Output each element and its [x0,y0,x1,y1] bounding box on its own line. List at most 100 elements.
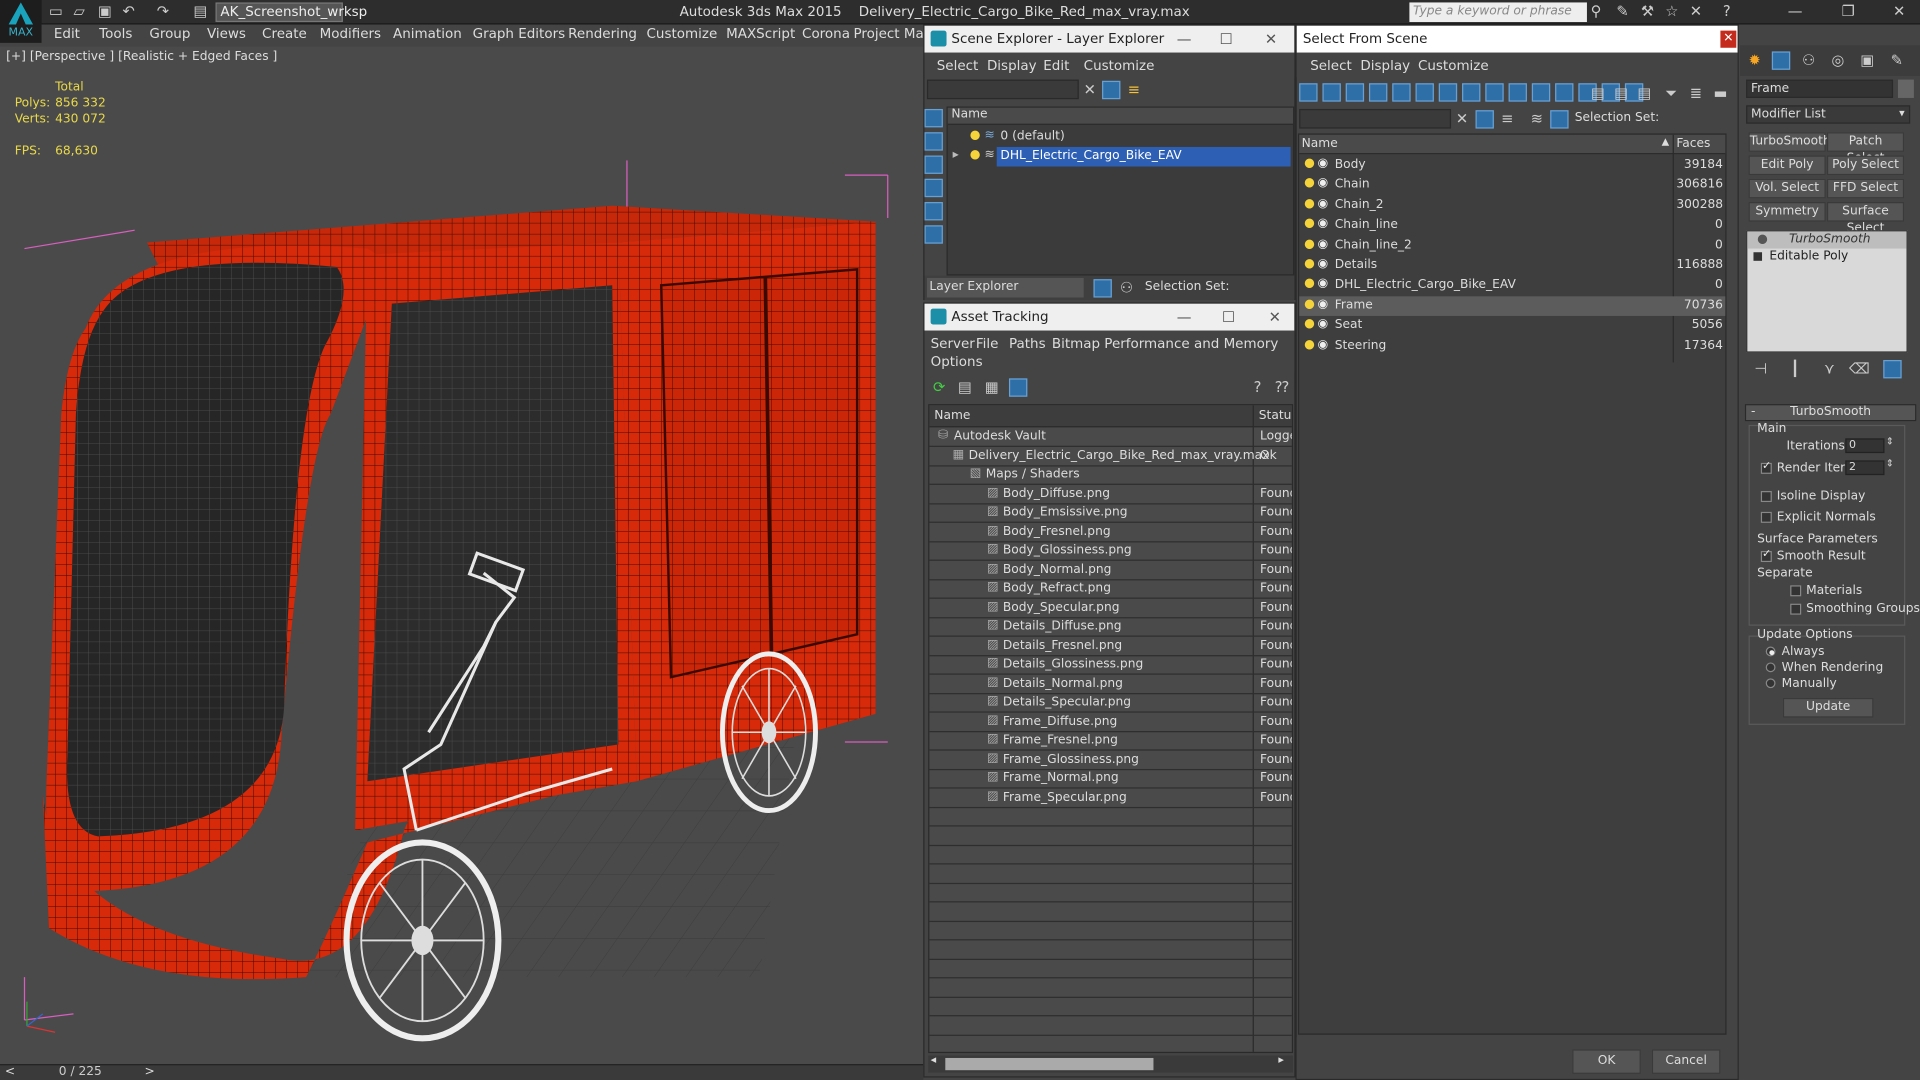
filter-geometry-icon[interactable] [1299,83,1318,102]
asset-row[interactable]: ▨Body_Emsissive.png Found [929,504,1292,523]
menu-views[interactable]: Views [207,26,246,42]
layer-col-name[interactable]: Name [947,107,1294,125]
display-shapes-icon[interactable] [924,155,943,174]
display-helpers-icon[interactable] [924,225,943,244]
save-icon[interactable]: ▣ [98,2,112,22]
lightbulb-icon[interactable]: ● [1304,237,1315,250]
stack-item-editable-poly[interactable]: Editable Poly [1747,249,1906,266]
sort-icon[interactable] [924,108,943,128]
time-slider[interactable]: < 0 / 225 > [0,1064,924,1080]
col-name[interactable]: Name [934,409,970,422]
isoline-checkbox[interactable] [1760,490,1772,502]
filter-bones-icon[interactable] [1485,83,1504,102]
lightbulb-icon[interactable]: ● [1304,277,1315,290]
clear-filter-icon[interactable]: ✕ [1080,80,1100,100]
menu-modifiers[interactable]: Modifiers [320,26,381,42]
at-menu-paths[interactable]: Paths [1009,336,1046,352]
asset-row[interactable]: ▨Frame_Diffuse.png Found [929,713,1292,732]
filter-xrefs-icon[interactable] [1462,83,1481,102]
asset-row[interactable]: ▦ Delivery_Electric_Cargo_Bike_Red_max_vr… [929,448,1292,466]
subscription-icon[interactable]: ⚒ [1641,2,1654,19]
mod-turbosmooth-button[interactable]: TurboSmooth [1748,132,1831,152]
help-icon[interactable]: ? [1723,2,1731,19]
spinner-arrows-icon[interactable]: ⇕ [1886,436,1894,447]
object-row[interactable]: ● ◉ Seat 5056 [1299,316,1725,336]
filter-containers-icon[interactable] [1508,83,1527,102]
spinner-arrows-icon[interactable]: ⇕ [1886,458,1894,469]
new-file-icon[interactable]: ▭ [49,2,63,22]
menu-edit[interactable]: Edit [54,26,80,42]
when-rendering-radio[interactable] [1765,662,1776,673]
object-color-swatch[interactable] [1897,79,1914,98]
mod-ffd-select-button[interactable]: FFD Select [1826,178,1905,199]
explicit-normals-row[interactable]: Explicit Normals [1760,511,1876,524]
asset-row[interactable]: ⛁ Autodesk Vault Logge [929,429,1292,447]
filter-icon[interactable] [1102,80,1121,100]
menu-maxscript[interactable]: MAXScript [726,26,795,42]
close-x-icon[interactable]: ✕ [1690,2,1702,19]
at-menu-file[interactable]: File [976,336,999,352]
at-menu-options[interactable]: Options [931,354,983,370]
lightbulb-icon[interactable]: ● [1304,177,1315,190]
lightbulb-icon[interactable]: ● [1304,257,1315,270]
minimize-icon[interactable]: — [1788,2,1803,19]
lightbulb-icon[interactable]: ● [970,129,981,142]
menu-corona[interactable]: Corona [802,26,850,42]
filter-groups-icon[interactable] [1438,83,1458,102]
pin-stack-icon[interactable]: ⊣ [1751,359,1771,379]
configure-sets-icon[interactable] [1883,360,1902,379]
lightbulb-icon[interactable]: ● [1304,217,1315,230]
utilities-tab-icon[interactable]: ✎ [1887,50,1907,70]
hierarchy-icon[interactable]: ⚇ [1117,278,1137,298]
asset-row[interactable]: ▨Details_Normal.png Found [929,675,1292,694]
asset-row[interactable]: ▨Frame_Specular.png Found [929,789,1292,808]
redo-icon[interactable]: ↷ [157,2,169,22]
object-row[interactable]: ● ◉ Chain_2 300288 [1299,196,1725,216]
always-row[interactable]: Always [1765,645,1825,659]
minimize-icon[interactable]: — [1177,26,1192,53]
project-icon[interactable]: ▤ [193,2,207,22]
mod-surface-select-button[interactable]: Surface Select [1826,202,1905,235]
cancel-button[interactable]: Cancel [1651,1049,1721,1074]
filter-shapes-icon[interactable] [1322,83,1341,102]
object-row[interactable]: ● ◉ DHL_Electric_Cargo_Bike_EAV 0 [1299,276,1725,296]
manually-radio[interactable] [1765,678,1776,689]
iterations-spinner[interactable]: 0 [1845,438,1885,454]
object-row[interactable]: ● ◉ Steering 17364 [1299,336,1725,356]
lightbulb-icon[interactable]: ● [1304,337,1315,350]
show-end-result-icon[interactable]: ┃ [1785,359,1805,379]
invert-display-icon[interactable]: ▤ [1635,83,1655,103]
mod-edit-poly-button[interactable]: Edit Poly [1748,155,1826,176]
clear-find-icon[interactable]: ✕ [1452,109,1472,129]
object-row[interactable]: ● ◉ Frame 70736 [1299,296,1726,316]
always-radio[interactable] [1765,646,1776,657]
remove-modifier-icon[interactable]: ⌫ [1849,359,1870,379]
smoothing-groups-checkbox[interactable] [1790,603,1802,615]
col-status[interactable]: Status [1259,409,1292,422]
display-none-icon[interactable]: ▤ [1611,83,1631,103]
layer-row-default[interactable]: ● ≋ 0 (default) [948,127,1293,147]
asset-row[interactable]: ▨Frame_Glossiness.png Found [929,751,1292,770]
smoothing-groups-row[interactable]: Smoothing Groups [1790,602,1920,616]
menu-graph-editors[interactable]: Graph Editors [473,26,565,42]
context-help-icon[interactable]: ⁇ [1272,377,1292,397]
time-prev-button[interactable]: < [5,1065,15,1078]
list-view-icon[interactable]: ▤ [955,377,975,397]
scene-explorer-titlebar[interactable]: Scene Explorer - Layer Explorer — ☐ ✕ [924,25,1295,53]
col-faces[interactable]: Faces [1676,137,1710,150]
maximize-icon[interactable]: ☐ [1222,304,1235,331]
se-menu-customize[interactable]: Customize [1084,58,1155,74]
object-row[interactable]: ● ◉ Chain 306816 [1299,176,1725,196]
filter-lights-icon[interactable] [1345,83,1365,102]
isoline-row[interactable]: Isoline Display [1760,490,1865,503]
layers-icon[interactable]: ≋ [1527,109,1547,129]
display-lights-icon[interactable] [924,178,943,198]
close-icon[interactable]: ✕ [1720,30,1737,48]
hierarchy-tab-icon[interactable]: ⚇ [1799,50,1819,70]
minimize-icon[interactable]: — [1177,304,1192,331]
asset-row[interactable]: ▨Details_Specular.png Found [929,694,1292,713]
se-menu-display[interactable]: Display [987,58,1037,74]
asset-row[interactable]: ▧ Maps / Shaders [929,467,1292,485]
asset-row[interactable]: ▨Body_Diffuse.png Found [929,486,1292,504]
tools-icon[interactable]: ✎ [1616,2,1628,19]
